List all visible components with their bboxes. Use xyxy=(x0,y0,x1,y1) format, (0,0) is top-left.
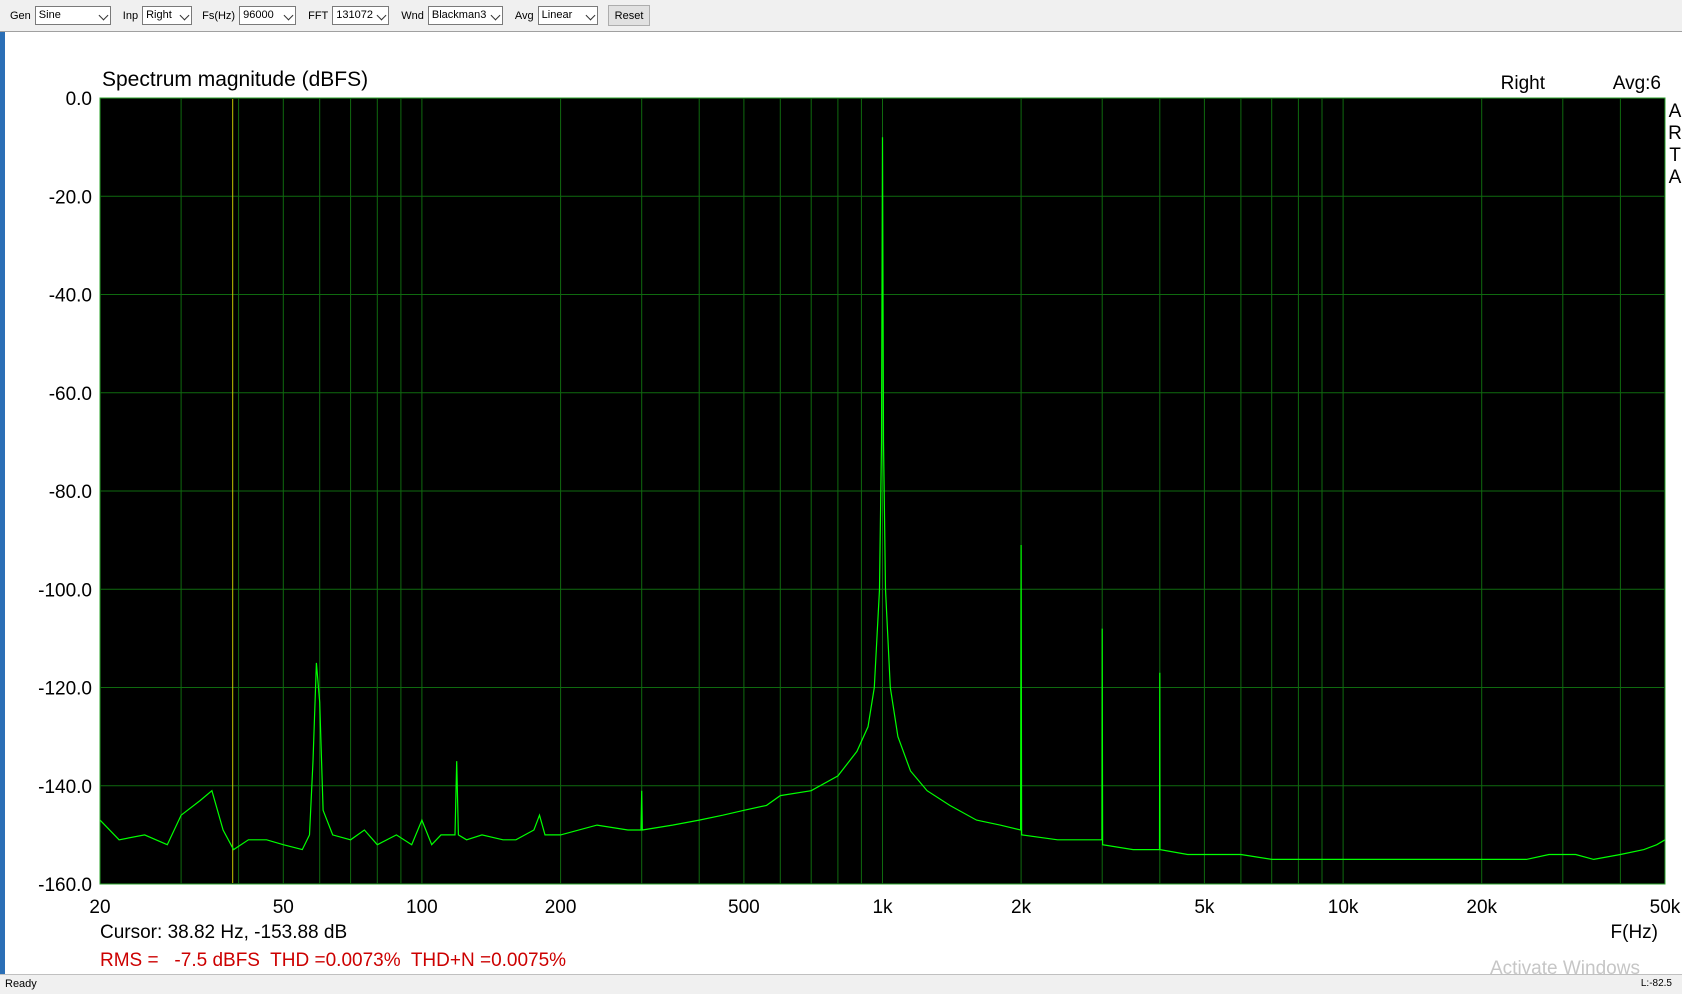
y-tick-label: -80.0 xyxy=(49,482,92,503)
spectrum-chart[interactable]: Spectrum magnitude (dBFS) Right Avg:6 A … xyxy=(5,32,1682,974)
activation-watermark: Activate Windows xyxy=(1490,958,1640,979)
y-tick-label: -20.0 xyxy=(49,187,92,208)
fft-label: FFT xyxy=(308,9,329,22)
x-tick-label: 2k xyxy=(1011,897,1032,918)
inp-value: Right xyxy=(146,9,172,21)
brand-letter: R xyxy=(1668,123,1682,144)
chevron-down-icon xyxy=(585,10,596,21)
status-text: Ready xyxy=(5,978,37,990)
avg-select[interactable]: Linear xyxy=(537,6,598,25)
x-tick-label: 10k xyxy=(1328,897,1359,918)
chart-title: Spectrum magnitude (dBFS) xyxy=(102,68,368,91)
status-bar: Ready L:-82.5 xyxy=(0,974,1682,994)
fs-select[interactable]: 96000 xyxy=(239,6,297,25)
reset-button[interactable]: Reset xyxy=(607,5,651,26)
y-tick-label: -160.0 xyxy=(38,875,92,896)
gen-value: Sine xyxy=(38,9,61,21)
x-axis-label: F(Hz) xyxy=(1611,922,1658,943)
avg-label: Avg xyxy=(514,9,534,22)
fs-label: Fs(Hz) xyxy=(202,9,236,22)
channel-label: Right xyxy=(1501,73,1546,94)
y-tick-label: -100.0 xyxy=(38,580,92,601)
y-tick-label: -40.0 xyxy=(49,286,92,307)
inp-label: Inp xyxy=(122,9,139,22)
gen-label: Gen xyxy=(10,9,31,22)
spectrum-chart-area: Spectrum magnitude (dBFS) Right Avg:6 A … xyxy=(5,32,1682,974)
toolbar: Gen Sine Inp Right Fs(Hz) 96000 FFT 1310… xyxy=(0,0,1682,32)
y-axis: 0.0 -20.0 -40.0 -60.0 -80.0 -100.0 -120.0 -140.… xyxy=(38,89,92,896)
chevron-down-icon xyxy=(490,10,501,21)
fft-value: 131072 xyxy=(336,9,373,21)
avg-value: Linear xyxy=(541,9,573,21)
wnd-value: Blackman3 xyxy=(431,9,487,21)
chevron-down-icon xyxy=(376,10,387,21)
y-tick-label: 0.0 xyxy=(66,89,92,110)
y-tick-label: -140.0 xyxy=(38,777,92,798)
brand-letters: A R T A xyxy=(1668,101,1682,188)
gen-select[interactable]: Sine xyxy=(34,6,111,25)
brand-letter: A xyxy=(1669,167,1682,188)
x-tick-label: 50k xyxy=(1650,897,1681,918)
x-tick-label: 200 xyxy=(545,897,577,918)
x-tick-label: 500 xyxy=(728,897,760,918)
chevron-down-icon xyxy=(283,10,294,21)
y-tick-label: -60.0 xyxy=(49,384,92,405)
x-tick-label: 50 xyxy=(273,897,294,918)
measurement-readout: RMS = -7.5 dBFS THD =0.0073% THD+N =0.00… xyxy=(100,950,566,971)
wnd-select[interactable]: Blackman3 xyxy=(427,6,503,25)
wnd-label: Wnd xyxy=(401,9,424,22)
x-tick-label: 1k xyxy=(872,897,893,918)
chevron-down-icon xyxy=(98,10,109,21)
x-tick-label: 5k xyxy=(1194,897,1215,918)
x-tick-label: 20k xyxy=(1466,897,1497,918)
brand-letter: A xyxy=(1669,101,1682,122)
level-readout: L:-82.5 xyxy=(1640,978,1672,989)
fft-select[interactable]: 131072 xyxy=(332,6,390,25)
avg-count-label: Avg:6 xyxy=(1613,73,1661,94)
y-tick-label: -120.0 xyxy=(38,679,92,700)
x-tick-label: 100 xyxy=(406,897,438,918)
inp-select[interactable]: Right xyxy=(142,6,193,25)
brand-letter: T xyxy=(1669,145,1681,166)
x-tick-label: 20 xyxy=(89,897,110,918)
cursor-readout: Cursor: 38.82 Hz, -153.88 dB xyxy=(100,922,347,943)
fs-value: 96000 xyxy=(243,9,274,21)
chevron-down-icon xyxy=(179,10,190,21)
x-axis: 20 50 100 200 500 1k 2k 5k 10k 20k 50k xyxy=(89,897,1680,918)
